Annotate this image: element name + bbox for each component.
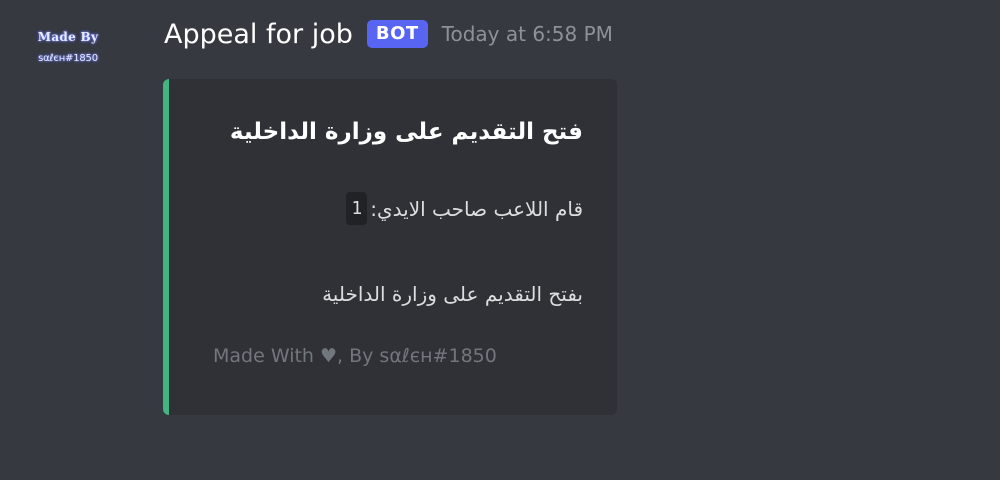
avatar[interactable]: Made By sαℓєн#1850 [24, 30, 112, 80]
username[interactable]: Appeal for job [164, 19, 353, 50]
embed-footer: Made With ♥, By sαℓєн#1850 [213, 345, 497, 367]
chat-message: Made By sαℓєн#1850 Appeal for job BOT To… [0, 0, 1000, 480]
avatar-text-made-by: Made By [37, 30, 99, 44]
player-id-code: 1 [346, 192, 368, 225]
embed-field-line: 1 قام اللاعب صاحب الايدي: [346, 192, 583, 225]
message-header: Appeal for job BOT Today at 6:58 PM [164, 12, 613, 56]
message-timestamp[interactable]: Today at 6:58 PM [442, 22, 613, 46]
embed-title: فتح التقديم على وزارة الداخلية [229, 119, 583, 145]
embed-field-text: قام اللاعب صاحب الايدي: [370, 196, 583, 221]
message-embed: فتح التقديم على وزارة الداخلية 1 قام الل… [163, 79, 617, 415]
bot-badge: BOT [366, 20, 428, 48]
embed-description: بفتح التقديم على وزارة الداخلية [322, 282, 583, 306]
avatar-text-author: sαℓєн#1850 [38, 53, 98, 64]
